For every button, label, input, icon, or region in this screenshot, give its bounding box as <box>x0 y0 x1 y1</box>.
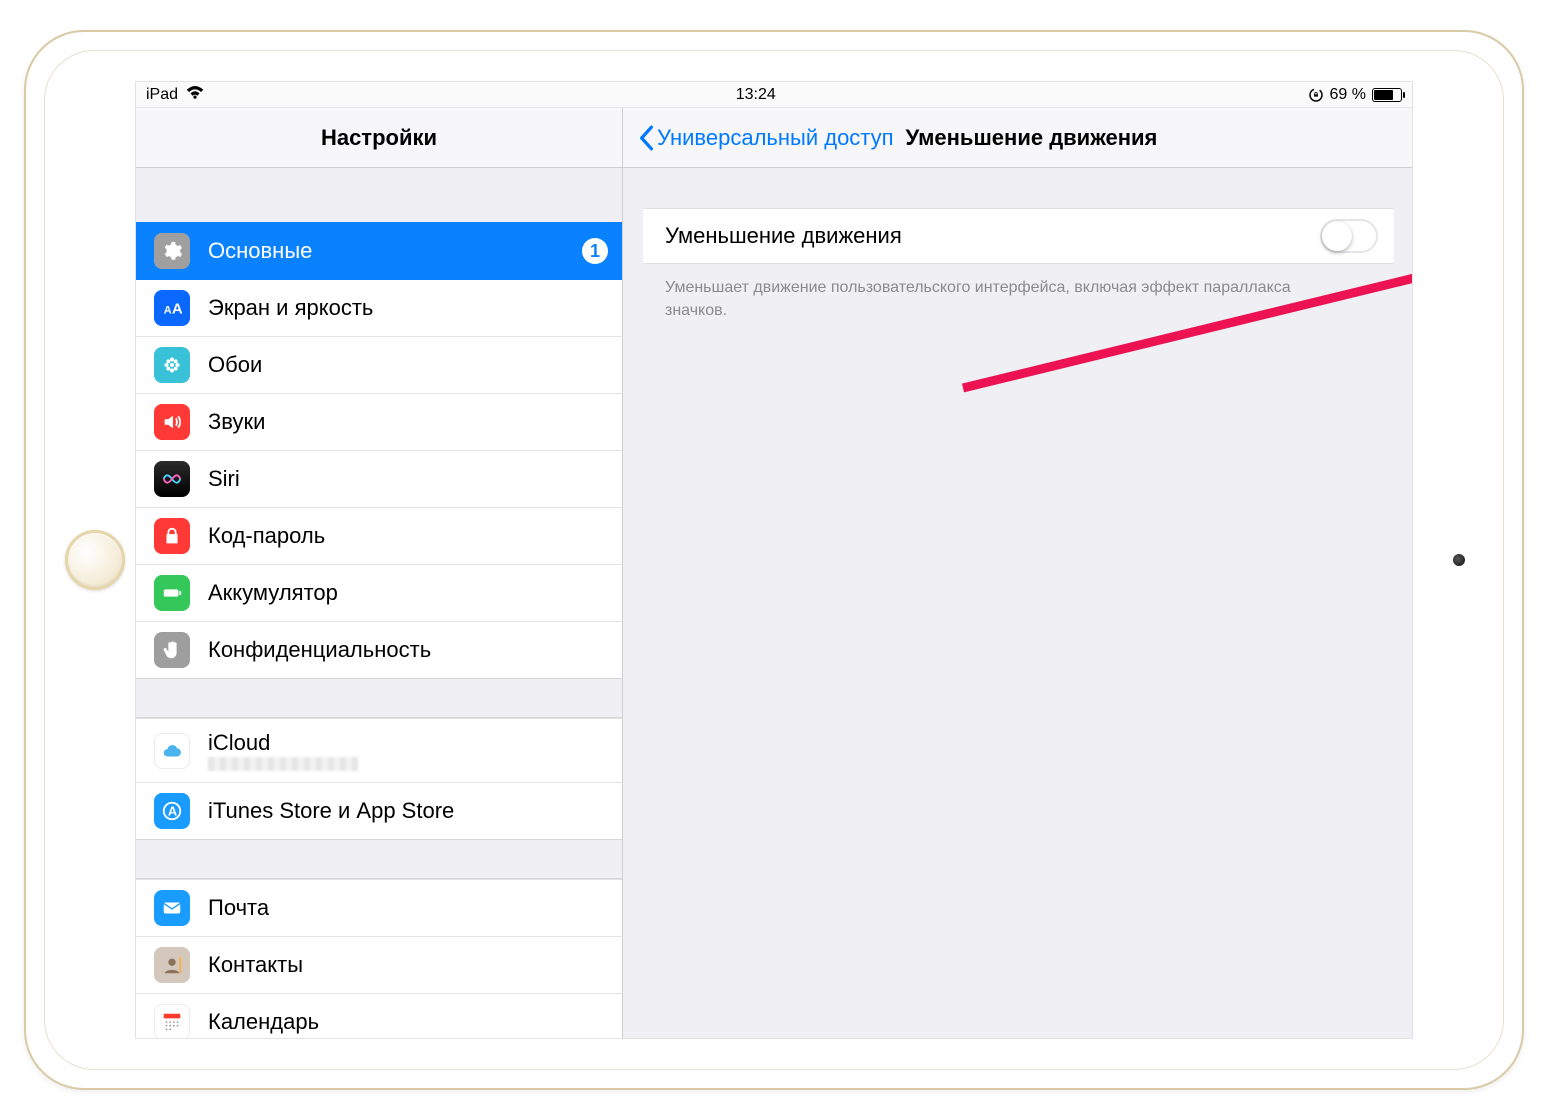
home-button[interactable] <box>65 530 125 590</box>
carrier-label: iPad <box>146 86 178 104</box>
page-title: Уменьшение движения <box>906 125 1158 151</box>
switch-knob <box>1322 221 1352 251</box>
sidebar-item-label: Звуки <box>208 409 608 435</box>
settings-sidebar: Настройки Основные 1 <box>136 108 623 1038</box>
gear-icon <box>154 233 190 269</box>
speaker-icon <box>154 404 190 440</box>
chevron-left-icon <box>637 125 655 151</box>
sidebar-item-siri[interactable]: Siri <box>136 450 622 507</box>
svg-text:A: A <box>172 302 183 318</box>
sidebar-item-battery[interactable]: Аккумулятор <box>136 564 622 621</box>
badge: 1 <box>582 238 608 264</box>
row-label: Уменьшение движения <box>665 223 1320 249</box>
appstore-icon: A <box>154 793 190 829</box>
battery-icon <box>1372 88 1402 102</box>
sidebar-item-label: Экран и яркость <box>208 295 608 321</box>
reduce-motion-row[interactable]: Уменьшение движения <box>643 208 1394 264</box>
sidebar-item-label: Код-пароль <box>208 523 608 549</box>
text-size-icon: AA <box>154 290 190 326</box>
svg-text:A: A <box>168 804 177 819</box>
sidebar-item-store[interactable]: A iTunes Store и App Store <box>136 782 622 839</box>
sidebar-list[interactable]: Основные 1 AA Экран и яркость <box>136 222 622 1038</box>
sidebar-item-label: Календарь <box>208 1009 608 1035</box>
detail-pane: Универсальный доступ Уменьшение движения… <box>623 108 1412 1038</box>
reduce-motion-switch[interactable] <box>1320 219 1378 253</box>
sidebar-item-general[interactable]: Основные 1 <box>136 222 622 279</box>
sidebar-item-label: Контакты <box>208 952 608 978</box>
sidebar-item-label: Основные <box>208 238 582 264</box>
screen: iPad 13:24 69 % Настройки <box>135 81 1413 1039</box>
svg-text:A: A <box>164 305 172 317</box>
sidebar-item-privacy[interactable]: Конфиденциальность <box>136 621 622 678</box>
sidebar-item-contacts[interactable]: Контакты <box>136 936 622 993</box>
device-inner-frame: iPad 13:24 69 % Настройки <box>44 50 1504 1070</box>
wifi-icon <box>186 85 204 104</box>
hand-icon <box>154 632 190 668</box>
back-label: Универсальный доступ <box>657 125 894 151</box>
sidebar-item-mail[interactable]: Почта <box>136 879 622 936</box>
front-camera <box>1453 554 1465 566</box>
sidebar-item-label: iCloud <box>208 730 358 756</box>
sidebar-gap <box>136 168 622 222</box>
sidebar-item-label: Конфиденциальность <box>208 637 608 663</box>
status-left: iPad <box>146 85 204 104</box>
mail-icon <box>154 890 190 926</box>
sidebar-item-passcode[interactable]: Код-пароль <box>136 507 622 564</box>
sidebar-item-label: Почта <box>208 895 608 921</box>
siri-icon <box>154 461 190 497</box>
sidebar-item-calendar[interactable]: Календарь <box>136 993 622 1038</box>
cloud-icon <box>154 733 190 769</box>
status-bar: iPad 13:24 69 % <box>136 82 1412 108</box>
detail-header: Универсальный доступ Уменьшение движения <box>623 108 1412 168</box>
calendar-icon <box>154 1004 190 1038</box>
icloud-account-redacted <box>208 754 358 770</box>
group-separator <box>136 678 622 718</box>
lock-icon <box>154 518 190 554</box>
sidebar-title: Настройки <box>136 108 622 168</box>
sidebar-item-label: iTunes Store и App Store <box>208 798 608 824</box>
contacts-icon <box>154 947 190 983</box>
sidebar-item-display[interactable]: AA Экран и яркость <box>136 279 622 336</box>
sidebar-item-wallpaper[interactable]: Обои <box>136 336 622 393</box>
sidebar-item-label: Аккумулятор <box>208 580 608 606</box>
battery-percent: 69 % <box>1330 86 1366 104</box>
sidebar-item-sounds[interactable]: Звуки <box>136 393 622 450</box>
battery-icon <box>154 575 190 611</box>
group-separator <box>136 839 622 879</box>
sidebar-item-label: Siri <box>208 466 608 492</box>
sidebar-item-icloud[interactable]: iCloud <box>136 718 622 782</box>
detail-body: Уменьшение движения Уменьшает движение п… <box>623 168 1412 322</box>
clock: 13:24 <box>204 86 1308 104</box>
footer-text: Уменьшает движение пользовательского инт… <box>643 264 1343 322</box>
back-button[interactable]: Универсальный доступ <box>637 125 894 151</box>
status-right: 69 % <box>1308 86 1402 104</box>
device-outer-frame: iPad 13:24 69 % Настройки <box>24 30 1524 1090</box>
flower-icon <box>154 347 190 383</box>
rotation-lock-icon <box>1308 87 1324 103</box>
sidebar-item-label: Обои <box>208 352 608 378</box>
